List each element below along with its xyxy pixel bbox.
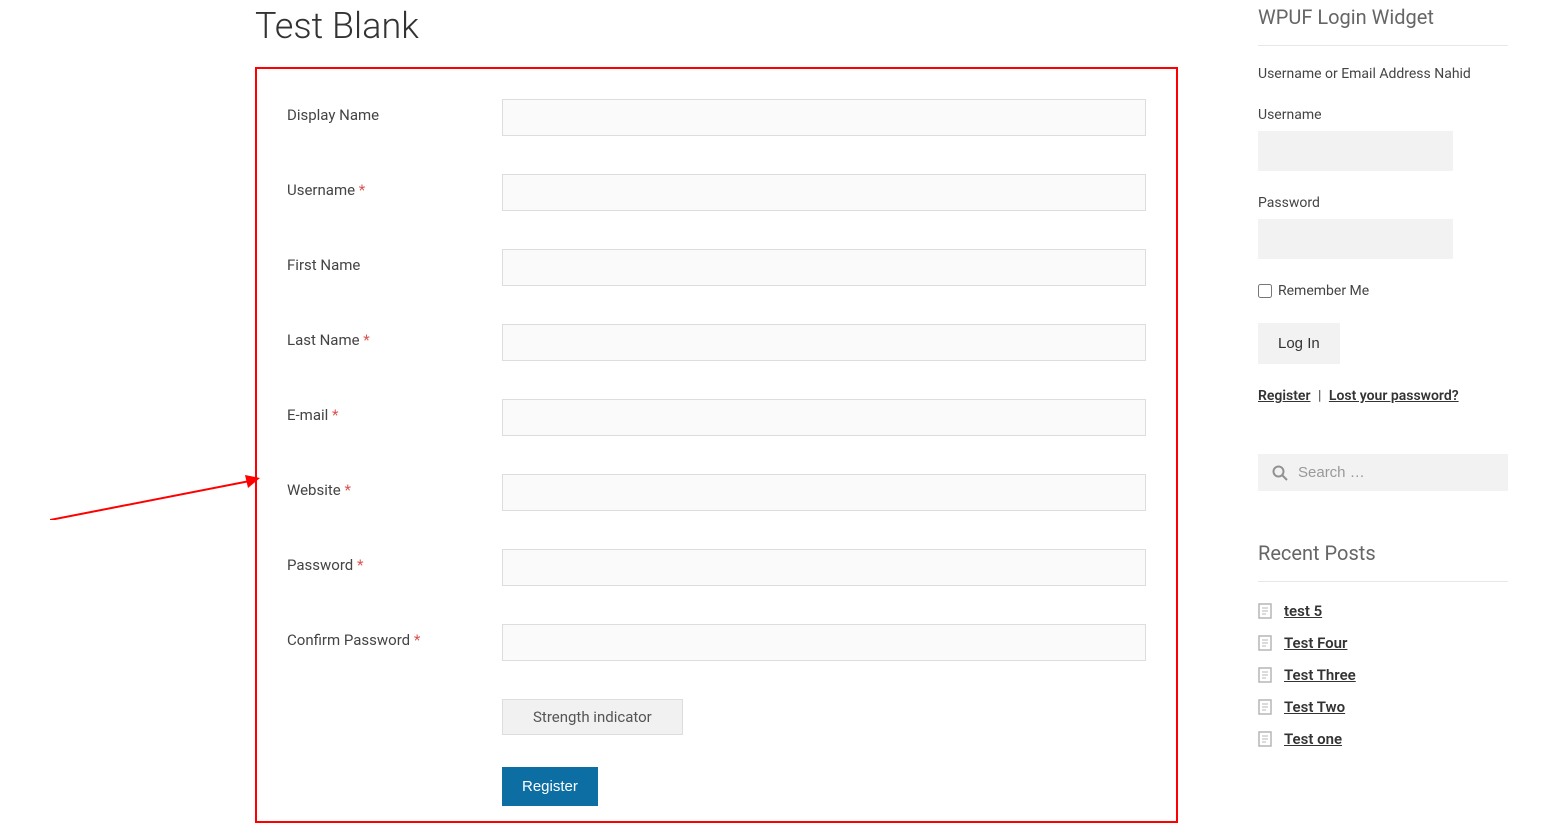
required-indicator: *: [357, 556, 363, 574]
register-button[interactable]: Register: [502, 767, 598, 806]
register-link[interactable]: Register: [1258, 388, 1311, 404]
post-link[interactable]: Test one: [1284, 730, 1342, 748]
recent-posts-title: Recent Posts: [1258, 541, 1508, 582]
field-label: Username *: [287, 174, 502, 199]
required-indicator: *: [344, 481, 350, 499]
search-input[interactable]: [1298, 464, 1497, 481]
post-link[interactable]: test 5: [1284, 602, 1322, 620]
password-strength-indicator: Strength indicator: [502, 699, 683, 735]
field-label: Password *: [287, 549, 502, 574]
list-item: Test Two: [1258, 698, 1508, 716]
registration-form: Display Name Username * First Name Last N…: [255, 67, 1178, 823]
username-input[interactable]: [502, 174, 1146, 211]
first-name-input[interactable]: [502, 249, 1146, 286]
login-widget: WPUF Login Widget Username or Email Addr…: [1258, 5, 1508, 404]
lost-password-link[interactable]: Lost your password?: [1329, 388, 1459, 404]
field-label: Website *: [287, 474, 502, 499]
field-label: Confirm Password *: [287, 624, 502, 649]
login-description: Username or Email Address Nahid: [1258, 66, 1508, 82]
document-icon: [1258, 603, 1272, 619]
required-indicator: *: [414, 631, 420, 649]
post-link[interactable]: Test Four: [1284, 634, 1347, 652]
login-username-input[interactable]: [1258, 131, 1453, 171]
required-indicator: *: [359, 181, 365, 199]
annotation-arrow-icon: [50, 470, 260, 520]
field-label: First Name: [287, 249, 502, 274]
required-indicator: *: [332, 406, 338, 424]
list-item: test 5: [1258, 602, 1508, 620]
document-icon: [1258, 635, 1272, 651]
confirm-password-input[interactable]: [502, 624, 1146, 661]
login-widget-title: WPUF Login Widget: [1258, 5, 1508, 46]
required-indicator: *: [363, 331, 369, 349]
page-title: Test Blank: [255, 0, 1178, 47]
link-separator: |: [1318, 388, 1321, 404]
username-label: Username: [1258, 107, 1508, 123]
list-item: Test one: [1258, 730, 1508, 748]
field-label: Last Name *: [287, 324, 502, 349]
login-button[interactable]: Log In: [1258, 323, 1340, 364]
document-icon: [1258, 667, 1272, 683]
remember-me-checkbox[interactable]: [1258, 284, 1272, 298]
post-link[interactable]: Test Three: [1284, 666, 1356, 684]
remember-me-label: Remember Me: [1278, 283, 1369, 299]
search-box[interactable]: [1258, 454, 1508, 491]
e-mail-input[interactable]: [502, 399, 1146, 436]
recent-posts-widget: Recent Posts test 5 Test Four Test Three Te…: [1258, 541, 1508, 748]
post-link[interactable]: Test Two: [1284, 698, 1345, 716]
login-password-input[interactable]: [1258, 219, 1453, 259]
display-name-input[interactable]: [502, 99, 1146, 136]
list-item: Test Three: [1258, 666, 1508, 684]
document-icon: [1258, 699, 1272, 715]
password-label: Password: [1258, 195, 1508, 211]
field-label: Display Name: [287, 99, 502, 124]
last-name-input[interactable]: [502, 324, 1146, 361]
password-input[interactable]: [502, 549, 1146, 586]
field-label: E-mail *: [287, 399, 502, 424]
list-item: Test Four: [1258, 634, 1508, 652]
search-icon: [1272, 465, 1288, 481]
document-icon: [1258, 731, 1272, 747]
website-input[interactable]: [502, 474, 1146, 511]
